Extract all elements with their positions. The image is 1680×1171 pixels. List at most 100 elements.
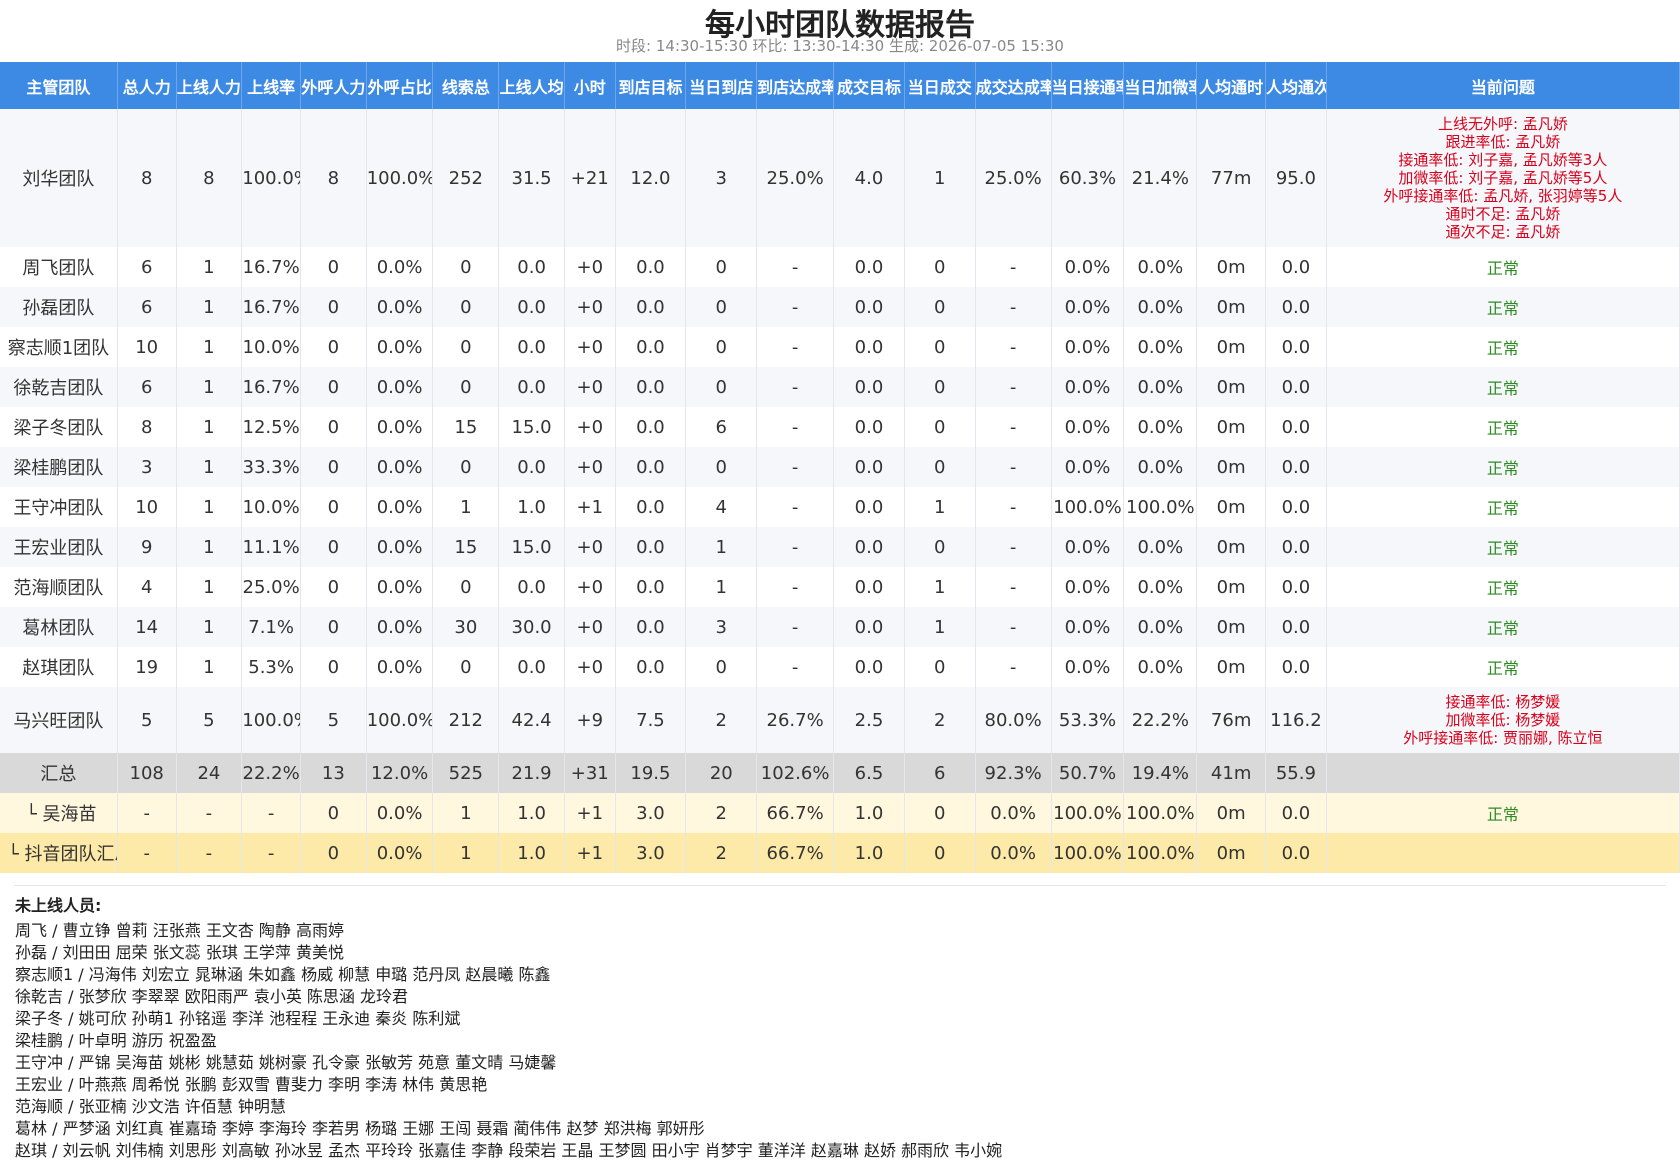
data-cell: 66.7% — [756, 793, 835, 833]
data-cell: 19 — [117, 647, 177, 687]
status-normal: 正常 — [1486, 379, 1519, 398]
data-cell: 33.3% — [241, 447, 301, 487]
data-cell: 1 — [176, 247, 243, 287]
data-cell: 525 — [432, 753, 500, 793]
data-cell: 0 — [685, 327, 758, 367]
data-cell: 100.0% — [241, 109, 301, 247]
issue-cell: 正常 — [1326, 567, 1680, 607]
data-cell: 0.0% — [1123, 567, 1198, 607]
team-name-cell: └ 吴海苗 — [0, 793, 118, 833]
data-cell: 1 — [176, 487, 243, 527]
data-cell: 1 — [904, 109, 976, 247]
data-cell: 6 — [117, 367, 177, 407]
data-cell: 0.0% — [366, 567, 434, 607]
data-cell: 20 — [685, 753, 758, 793]
data-cell: 0 — [300, 367, 367, 407]
data-cell: +0 — [564, 447, 616, 487]
data-cell: 0.0 — [1265, 407, 1327, 447]
offline-team-line: 赵琪 / 刘云帆 刘伟楠 刘思彤 刘高敏 孙冰昱 孟杰 平玲玲 张嘉佳 李静 段… — [15, 1141, 1003, 1160]
data-cell: 0 — [685, 447, 758, 487]
data-cell: 0.0% — [1123, 607, 1198, 647]
data-cell: 1 — [176, 287, 243, 327]
data-cell: 0.0 — [833, 607, 905, 647]
data-cell: 102.6% — [756, 753, 835, 793]
data-cell: 10 — [117, 487, 177, 527]
data-cell: +9 — [564, 687, 616, 753]
data-cell: - — [117, 793, 177, 833]
data-cell: 22.2% — [1123, 687, 1198, 753]
data-cell: 0 — [904, 647, 976, 687]
data-cell: +0 — [564, 527, 616, 567]
data-cell: - — [756, 447, 835, 487]
data-cell: 0m — [1196, 447, 1267, 487]
data-cell: 0.0 — [1265, 567, 1327, 607]
data-cell: 1 — [176, 527, 243, 567]
data-cell: 0.0% — [1123, 407, 1198, 447]
data-cell: 0.0 — [498, 567, 565, 607]
data-cell: 24 — [176, 753, 243, 793]
data-cell: 0.0 — [833, 287, 905, 327]
data-cell: - — [756, 527, 835, 567]
data-cell: 55.9 — [1265, 753, 1327, 793]
data-cell: - — [176, 833, 243, 873]
data-cell: 30.0 — [498, 607, 565, 647]
data-cell: 0.0 — [615, 607, 687, 647]
data-cell: 6 — [117, 247, 177, 287]
data-cell: 1 — [432, 833, 500, 873]
data-cell: 12.0% — [366, 753, 434, 793]
team-name-cell: 王守冲团队 — [0, 487, 118, 527]
data-cell: 3.0 — [615, 793, 687, 833]
column-header: 人均通时 — [1196, 62, 1267, 109]
data-cell: 0.0 — [1265, 793, 1327, 833]
data-cell: - — [117, 833, 177, 873]
data-cell: 1.0 — [833, 833, 905, 873]
data-cell: 0m — [1196, 567, 1267, 607]
data-cell: 0 — [904, 367, 976, 407]
data-cell: 8 — [117, 407, 177, 447]
data-cell: 0.0% — [366, 793, 434, 833]
data-cell: 100.0% — [366, 109, 434, 247]
data-cell: 0.0% — [1123, 527, 1198, 567]
data-cell: 0.0 — [833, 407, 905, 447]
data-cell: 0 — [300, 407, 367, 447]
issue-cell: 正常 — [1326, 327, 1680, 367]
data-cell: 0m — [1196, 287, 1267, 327]
data-cell: - — [756, 287, 835, 327]
data-cell: 0m — [1196, 487, 1267, 527]
table-row: 刘华团队88100.0%8100.0%25231.5+2112.0325.0%4… — [0, 109, 1680, 247]
team-name-cell: 孙磊团队 — [0, 287, 118, 327]
data-cell: 0.0 — [615, 367, 687, 407]
data-cell: 0.0 — [498, 327, 565, 367]
data-cell: 0.0% — [975, 833, 1052, 873]
data-cell: 0 — [300, 793, 367, 833]
data-cell: 0 — [432, 647, 500, 687]
offline-team-line: 王宏业 / 叶燕燕 周希悦 张鹏 彭双雪 曹斐力 李明 李涛 林伟 黄思艳 — [15, 1075, 488, 1094]
data-cell: 25.0% — [241, 567, 301, 607]
data-cell: 0.0 — [615, 287, 687, 327]
data-cell: - — [756, 407, 835, 447]
data-cell: 0.0 — [1265, 247, 1327, 287]
data-cell: 0.0% — [366, 287, 434, 327]
data-cell: 0 — [904, 287, 976, 327]
data-cell: 100.0% — [1051, 833, 1125, 873]
data-cell: +0 — [564, 607, 616, 647]
team-name-cell: 葛林团队 — [0, 607, 118, 647]
team-name-cell: 刘华团队 — [0, 109, 118, 247]
offline-team-line: 察志顺1 / 冯海伟 刘宏立 晁琳涵 朱如鑫 杨威 柳慧 申璐 范丹凤 赵晨曦 … — [15, 965, 551, 984]
table-row: └ 吴海苗 - - -0 0.0% 1 1.0 +1 3.0 2 66.7% 1.0 0 0.0% 100.… — [0, 793, 1680, 833]
data-cell: - — [176, 793, 243, 833]
data-cell: 80.0% — [975, 687, 1052, 753]
data-cell: 0 — [300, 247, 367, 287]
data-cell: 14 — [117, 607, 177, 647]
data-cell: 95.0 — [1265, 109, 1327, 247]
data-cell: 7.1% — [241, 607, 301, 647]
data-cell: 3 — [685, 607, 758, 647]
data-cell: 0 — [432, 367, 500, 407]
issue-text: 接通率低: 杨梦媛 — [1445, 693, 1561, 711]
data-cell: 19.4% — [1123, 753, 1198, 793]
data-cell: 0.0 — [833, 447, 905, 487]
column-header: 当日接通率 — [1051, 62, 1125, 109]
table-body: 刘华团队88100.0%8100.0%25231.5+2112.0325.0%4… — [0, 109, 1680, 873]
issue-cell: 正常 — [1326, 607, 1680, 647]
data-cell: 0m — [1196, 247, 1267, 287]
